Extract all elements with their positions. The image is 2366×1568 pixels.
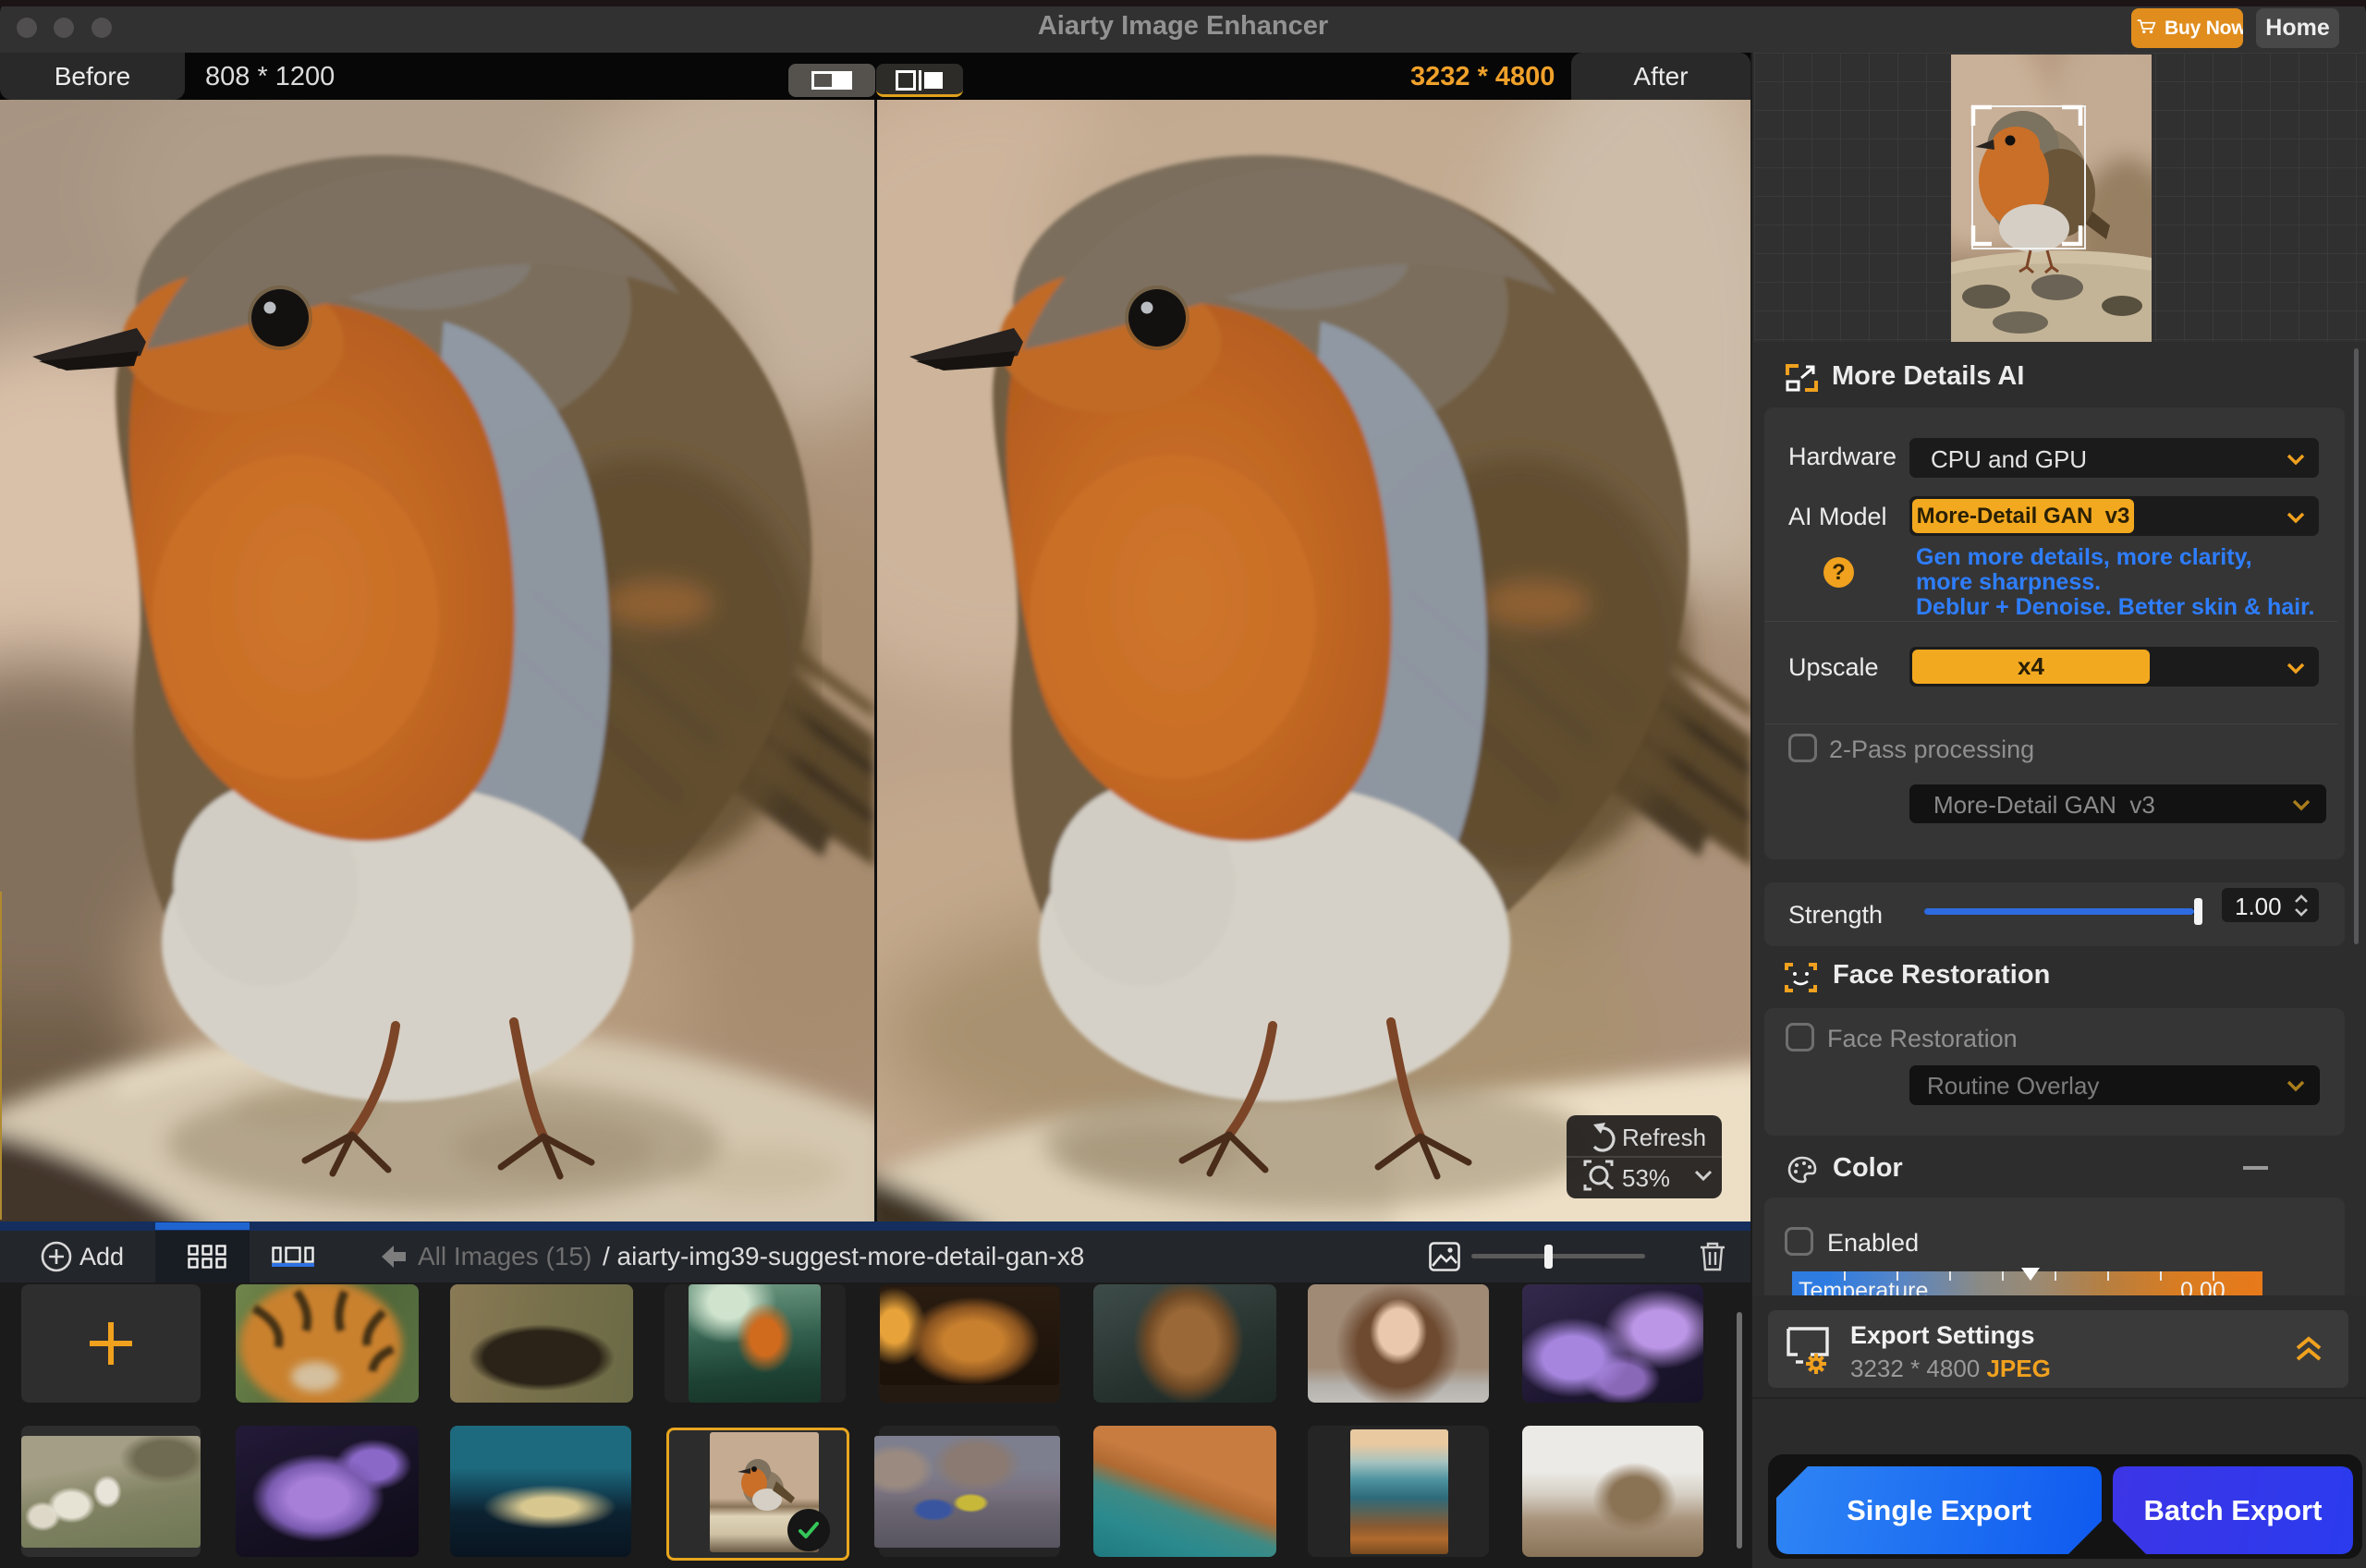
svg-text:53%: 53% [1622,1164,1670,1192]
svg-text:Refresh: Refresh [1622,1124,1706,1151]
